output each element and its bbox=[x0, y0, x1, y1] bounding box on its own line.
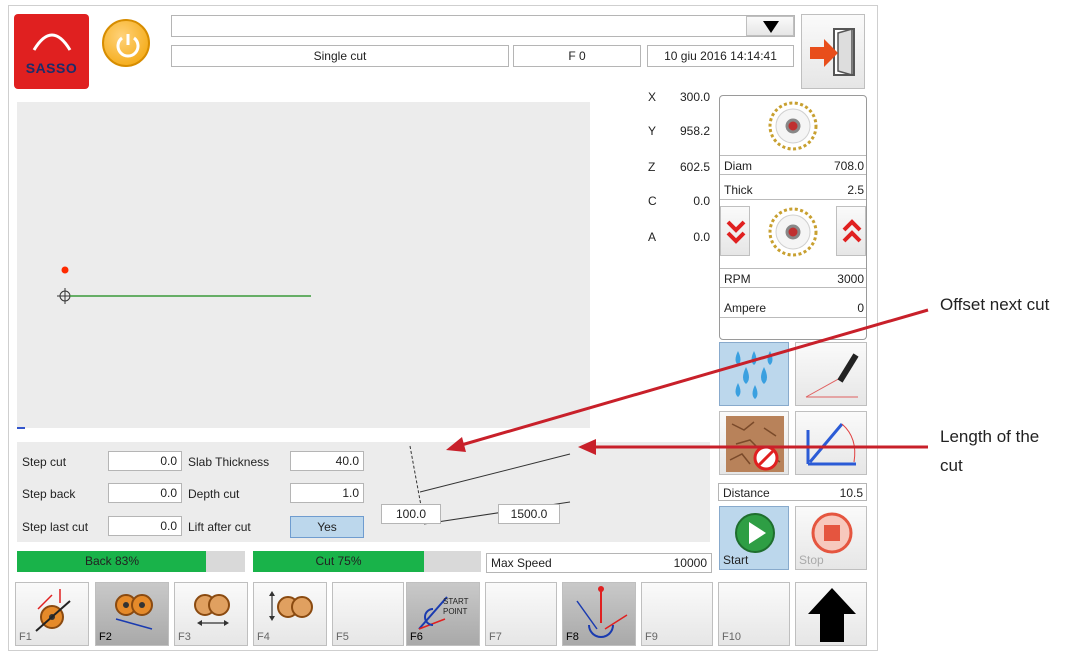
offset-next-cut-annotation: Offset next cut bbox=[940, 295, 1050, 314]
callout-arrows bbox=[446, 308, 929, 455]
length-of-cut-annotation: Length of the cut bbox=[940, 427, 1040, 475]
